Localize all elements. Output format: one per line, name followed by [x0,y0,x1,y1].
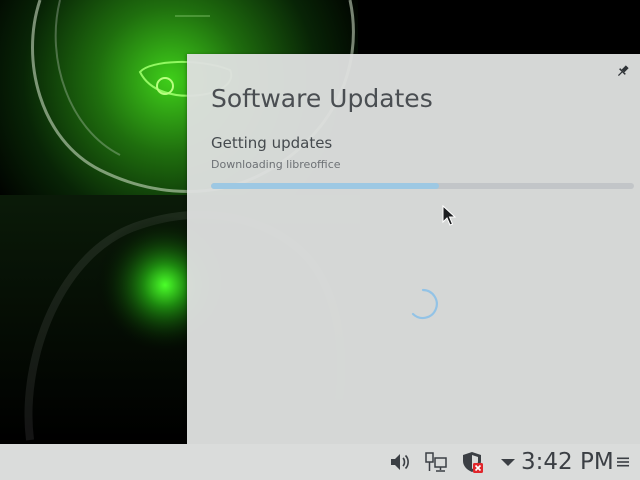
mouse-cursor-icon [442,205,456,226]
software-updates-popup: Software Updates Getting updates Downloa… [187,54,640,444]
system-tray-panel: 3:42 PM [0,444,640,480]
download-progress-fill [211,183,440,189]
clock[interactable]: 3:42 PM [521,449,614,475]
status-heading: Getting updates [211,134,333,152]
pin-icon[interactable] [616,64,630,78]
status-detail: Downloading libreoffice [211,158,341,171]
tray-expand-arrow-icon[interactable] [496,450,520,474]
network-wired-icon[interactable] [424,450,448,474]
security-shield-error-icon[interactable] [460,450,484,474]
panel-menu-icon[interactable] [616,455,630,469]
volume-icon[interactable] [388,450,412,474]
popup-title: Software Updates [211,84,433,113]
download-progress-bar [211,183,634,189]
desktop: Software Updates Getting updates Downloa… [0,0,640,480]
busy-spinner-icon [411,288,438,320]
